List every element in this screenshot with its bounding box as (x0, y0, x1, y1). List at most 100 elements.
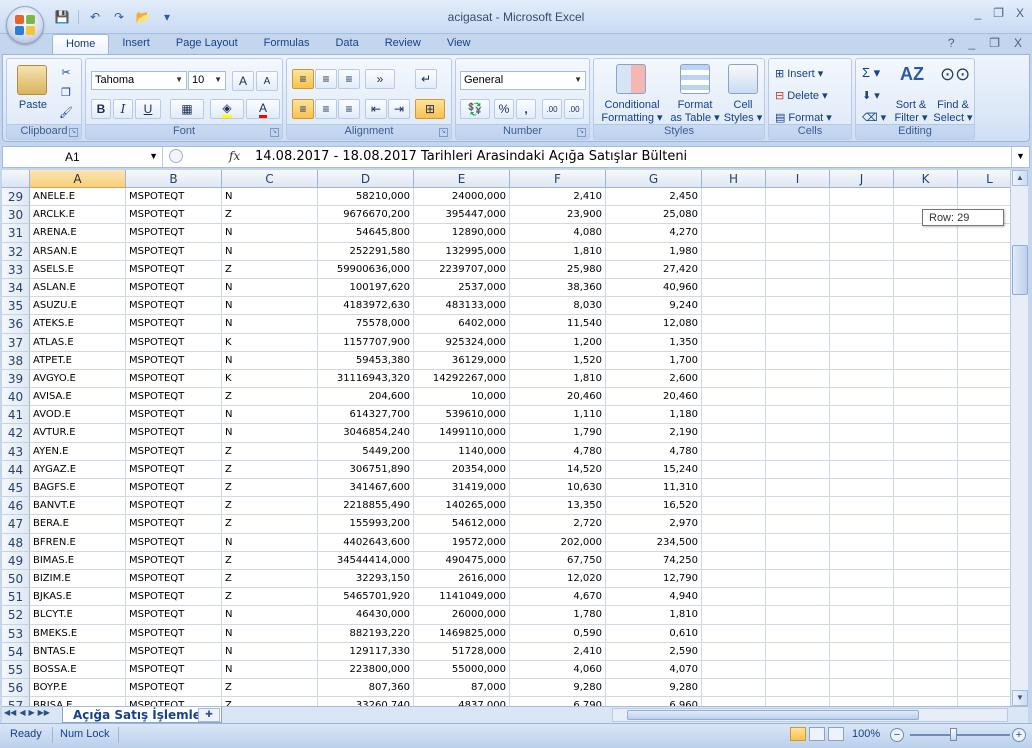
cell-g[interactable]: 27,420 (606, 260, 702, 279)
cell-j[interactable] (830, 351, 894, 370)
cell-f[interactable]: 2,720 (510, 515, 606, 534)
restore-button[interactable]: ❐ (993, 6, 1004, 20)
workbook-close-button[interactable]: X (1014, 36, 1022, 50)
cell-e[interactable]: 4837,000 (414, 697, 510, 706)
cell-c[interactable]: Z (222, 442, 318, 461)
cell-e[interactable]: 55000,000 (414, 660, 510, 680)
cell-c[interactable]: N (222, 242, 318, 261)
row-header[interactable]: 41 (2, 406, 30, 425)
cell-k[interactable] (894, 188, 958, 207)
cell-i[interactable] (766, 624, 830, 643)
cell-e[interactable]: 132995,000 (414, 242, 510, 261)
cell-b[interactable]: MSPOTEQT (126, 442, 222, 461)
cell-d[interactable]: 100197,620 (318, 278, 414, 298)
cell-h[interactable] (702, 515, 766, 534)
cell-e[interactable]: 12890,000 (414, 224, 510, 243)
cell-e[interactable]: 1499110,000 (414, 424, 510, 443)
cell-f[interactable]: 1,790 (510, 424, 606, 443)
cell-c[interactable]: N (222, 606, 318, 625)
cell-c[interactable]: N (222, 406, 318, 425)
cell-j[interactable] (830, 624, 894, 643)
cell-a[interactable]: ARSAN.E (30, 242, 126, 261)
row-header[interactable]: 53 (2, 624, 30, 643)
cell-b[interactable]: MSPOTEQT (126, 515, 222, 534)
page-break-view-icon[interactable] (828, 727, 844, 741)
cell-c[interactable]: Z (222, 206, 318, 225)
cell-k[interactable] (894, 533, 958, 552)
cell-k[interactable] (894, 388, 958, 407)
cell-l[interactable] (958, 588, 1010, 607)
cell-h[interactable] (702, 278, 766, 298)
row-header[interactable]: 37 (2, 333, 30, 352)
cell-d[interactable]: 34544414,000 (318, 551, 414, 570)
cell-h[interactable] (702, 442, 766, 461)
paste-icon[interactable] (17, 65, 47, 95)
increase-indent-button[interactable]: ⇥ (388, 99, 410, 119)
cell-b[interactable]: MSPOTEQT (126, 588, 222, 607)
cell-i[interactable] (766, 224, 830, 243)
row-header[interactable]: 31 (2, 224, 30, 243)
cell-k[interactable] (894, 333, 958, 352)
align-bottom-button[interactable]: ≡ (338, 69, 360, 89)
cell-e[interactable]: 54612,000 (414, 515, 510, 534)
cell-f[interactable]: 4,670 (510, 588, 606, 607)
cell-j[interactable] (830, 369, 894, 389)
cell-h[interactable] (702, 424, 766, 443)
row-header[interactable]: 29 (2, 188, 30, 207)
cell-a[interactable]: AYGAZ.E (30, 460, 126, 479)
cell-h[interactable] (702, 242, 766, 261)
cell-l[interactable] (958, 261, 1010, 279)
cell-d[interactable]: 1157707,900 (318, 333, 414, 352)
cell-d[interactable]: 32293,150 (318, 569, 414, 589)
normal-view-icon[interactable] (790, 727, 806, 741)
cell-e[interactable]: 24000,000 (414, 188, 510, 207)
cell-f[interactable]: 10,630 (510, 479, 606, 498)
cell-a[interactable]: BANVT.E (30, 497, 126, 516)
cell-g[interactable]: 1,350 (606, 333, 702, 352)
row-header[interactable]: 56 (2, 679, 30, 698)
format-as-table-button[interactable]: Format as Table ▾ (668, 99, 722, 125)
cell-a[interactable]: BIMAS.E (30, 551, 126, 570)
comma-button[interactable]: , (516, 99, 536, 119)
cell-l[interactable] (958, 515, 1010, 534)
cell-f[interactable]: 25,980 (510, 260, 606, 279)
cell-i[interactable] (766, 260, 830, 279)
cell-k[interactable] (894, 224, 958, 243)
cell-j[interactable] (830, 660, 894, 680)
row-header[interactable]: 55 (2, 660, 30, 680)
column-header-d[interactable]: D (318, 170, 414, 188)
cell-e[interactable]: 395447,000 (414, 206, 510, 225)
cell-i[interactable] (766, 278, 830, 298)
cell-h[interactable] (702, 406, 766, 425)
cell-h[interactable] (702, 497, 766, 516)
cell-l[interactable] (958, 643, 1010, 661)
column-header-f[interactable]: F (510, 170, 606, 188)
cell-i[interactable] (766, 569, 830, 589)
cell-l[interactable] (958, 388, 1010, 407)
sort-filter-icon[interactable]: AZ (900, 64, 926, 94)
cell-e[interactable]: 1141049,000 (414, 588, 510, 607)
cell-d[interactable]: 33260,740 (318, 697, 414, 706)
row-header[interactable]: 36 (2, 315, 30, 334)
cell-h[interactable] (702, 624, 766, 643)
cell-l[interactable] (958, 497, 1010, 516)
cell-f[interactable]: 2,410 (510, 642, 606, 661)
cell-b[interactable]: MSPOTEQT (126, 224, 222, 243)
cell-d[interactable]: 807,360 (318, 679, 414, 698)
cell-c[interactable]: Z (222, 388, 318, 407)
cell-d[interactable]: 75578,000 (318, 315, 414, 334)
cell-i[interactable] (766, 497, 830, 516)
column-header-k[interactable]: K (894, 170, 958, 188)
sort-filter-button[interactable]: Sort & Filter ▾ (890, 99, 932, 125)
cell-c[interactable]: N (222, 642, 318, 661)
row-header[interactable]: 49 (2, 551, 30, 570)
font-size-combo[interactable]: 10 ▼ (188, 71, 226, 90)
cell-a[interactable]: AVTUR.E (30, 424, 126, 443)
cell-c[interactable]: Z (222, 697, 318, 706)
cell-d[interactable]: 252291,580 (318, 242, 414, 261)
cell-c[interactable]: Z (222, 588, 318, 607)
cell-d[interactable]: 59900636,000 (318, 260, 414, 279)
cell-f[interactable]: 23,900 (510, 206, 606, 225)
cell-b[interactable]: MSPOTEQT (126, 388, 222, 407)
cell-l[interactable] (958, 552, 1010, 570)
